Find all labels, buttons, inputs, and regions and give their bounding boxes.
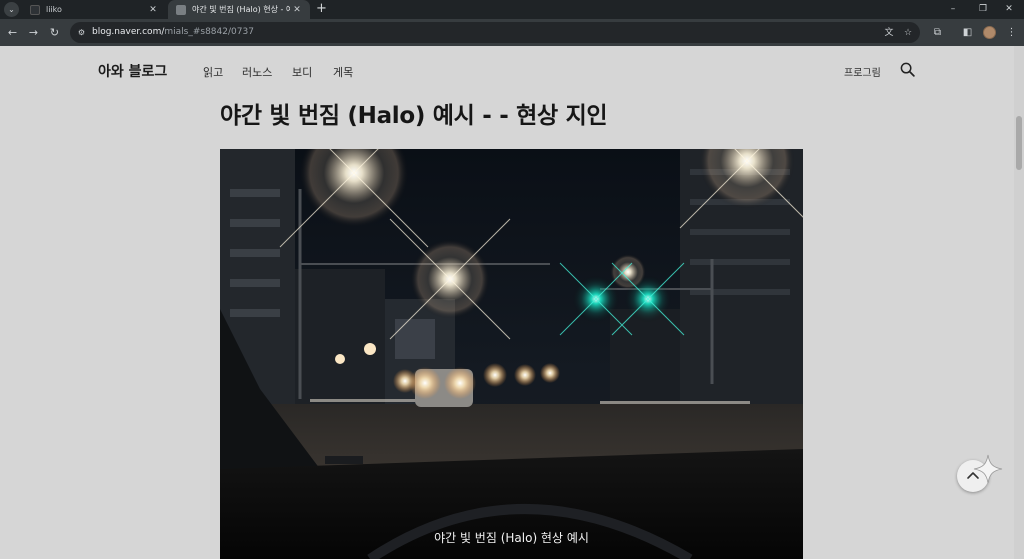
nav-item-2[interactable]: 러노스 <box>242 64 272 80</box>
close-icon[interactable]: ✕ <box>290 5 304 15</box>
page-title: 야간 빛 번짐 (Halo) 예시 - - 현상 지인 <box>220 103 608 129</box>
scrollbar-thumb[interactable] <box>1016 116 1022 170</box>
puzzle-icon[interactable]: ⧉ <box>930 25 945 40</box>
side-panel-icon[interactable]: ◧ <box>960 25 975 40</box>
hero-image: 야간 빛 번짐 (Halo) 현상 예시 <box>220 149 803 559</box>
tab-title: 야간 빛 번짐 (Halo) 현상 - 예시 <box>192 5 290 14</box>
site-info-icon[interactable]: ⚙ <box>76 27 87 38</box>
new-tab-button[interactable]: + <box>316 0 327 19</box>
address-bar[interactable]: ⚙ blog.naver.com/mials_#s8842/0737 文 ☆ <box>70 22 920 43</box>
nav-item-1[interactable]: 읽고 <box>203 64 223 80</box>
night-street-photo <box>220 149 803 559</box>
image-caption: 야간 빛 번짐 (Halo) 현상 예시 <box>434 531 589 545</box>
url-path: mials_#s8842/0737 <box>164 27 254 37</box>
nav-item-3[interactable]: 보디 <box>292 64 312 80</box>
back-arrow-icon[interactable]: ← <box>5 25 20 40</box>
forward-arrow-icon[interactable]: → <box>26 25 41 40</box>
tab-active-halo[interactable]: 야간 빛 번짐 (Halo) 현상 - 예시 ✕ <box>168 0 310 19</box>
browser-toolbar: ← → ↻ ⚙ blog.naver.com/mials_#s8842/0737… <box>0 19 1024 46</box>
tab-strip: ⌄ liiko ✕ 야간 빛 번짐 (Halo) 현상 - 예시 ✕ + – ❐… <box>0 0 1024 19</box>
kebab-menu-icon[interactable]: ⋮ <box>1004 25 1019 40</box>
nav-item-4[interactable]: 게목 <box>333 64 353 80</box>
close-icon[interactable]: ✕ <box>146 5 160 15</box>
avatar[interactable] <box>983 26 996 39</box>
url-text[interactable]: blog.naver.com/mials_#s8842/0737 <box>92 27 254 37</box>
star-icon[interactable]: ☆ <box>902 27 914 39</box>
tab-favicon <box>176 4 186 15</box>
site-brand[interactable]: 아와 블로그 <box>98 61 167 81</box>
chevron-down-icon[interactable]: ⌄ <box>4 2 19 17</box>
search-icon[interactable] <box>900 62 915 77</box>
url-host: blog.naver.com/ <box>92 27 165 37</box>
tab-liiko[interactable]: liiko ✕ <box>22 0 166 19</box>
reload-icon[interactable]: ↻ <box>47 25 62 40</box>
nav-link-right[interactable]: 프로그림 <box>844 64 881 79</box>
tab-title: liiko <box>46 5 62 14</box>
translate-icon[interactable]: 文 <box>883 27 895 39</box>
window-close-icon[interactable]: ✕ <box>994 0 1024 19</box>
sparkle-icon[interactable] <box>973 454 1003 484</box>
page-content: 아와 블로그 읽고 러노스 보디 게목 프로그림 야간 빛 번짐 (Halo) … <box>0 46 1014 559</box>
tab-favicon <box>30 4 40 15</box>
minimize-icon[interactable]: – <box>938 0 968 19</box>
